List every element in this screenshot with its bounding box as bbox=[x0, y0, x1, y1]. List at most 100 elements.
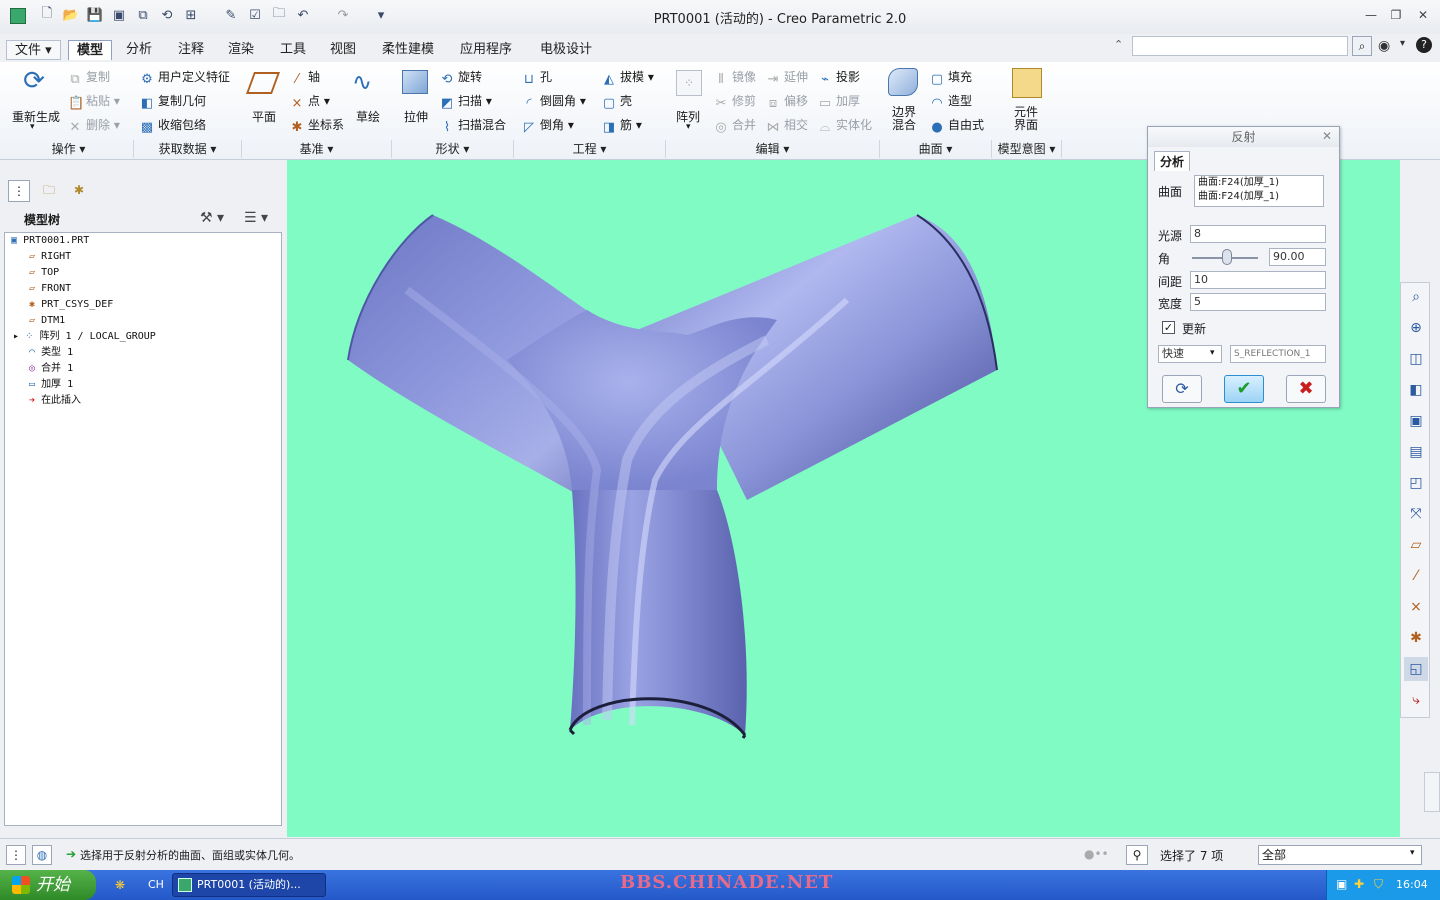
search-icon[interactable]: ⌕ bbox=[1352, 36, 1372, 56]
width-field[interactable]: 5 bbox=[1190, 293, 1326, 311]
tab-file[interactable]: 文件 ▾ bbox=[6, 40, 61, 60]
taskbar-window-button[interactable]: PRT0001 (活动的)... bbox=[172, 873, 326, 897]
light-field[interactable]: 8 bbox=[1190, 225, 1326, 243]
project-button[interactable]: ⌁ 投影 bbox=[818, 68, 860, 87]
angle-slider-thumb[interactable] bbox=[1222, 249, 1232, 265]
tree-item-right[interactable]: ▱ RIGHT bbox=[5, 249, 281, 265]
group-model-intent[interactable]: 模型意图 ▾ bbox=[992, 140, 1062, 158]
favorites-tab-icon[interactable]: ✱ bbox=[68, 180, 90, 202]
accept-button[interactable]: ✔ bbox=[1224, 375, 1264, 403]
result-name-field[interactable]: S_REFLECTION_1 bbox=[1230, 345, 1326, 363]
saved-views-icon[interactable]: ▤ bbox=[1404, 440, 1428, 464]
pattern-icon[interactable]: ⁘ bbox=[676, 70, 702, 96]
tree-settings-icon[interactable]: ⚒ ▾ bbox=[200, 210, 224, 226]
tree-columns-icon[interactable]: ☰ ▾ bbox=[244, 210, 268, 226]
delete-button[interactable]: ✕ 删除 ▾ bbox=[68, 116, 120, 135]
tree-item-root[interactable]: ▣ PRT0001.PRT bbox=[5, 233, 281, 249]
customize-chevron-icon[interactable]: ▾ bbox=[372, 6, 390, 24]
community-chevron-icon[interactable]: ▾ bbox=[1400, 38, 1405, 49]
tab-flexible-modeling[interactable]: 柔性建模 bbox=[374, 40, 442, 60]
copy-button[interactable]: ⧉ 复制 bbox=[68, 68, 110, 87]
udf-button[interactable]: ⚙ 用户定义特征 bbox=[140, 68, 230, 87]
group-operations[interactable]: 操作 ▾ bbox=[4, 140, 134, 158]
surface-list-item[interactable]: 曲面:F24(加厚_1) bbox=[1198, 190, 1323, 204]
sketch-button[interactable]: 草绘 bbox=[356, 108, 380, 125]
undo-icon[interactable]: ↶ bbox=[294, 6, 312, 24]
tree-item-merge[interactable]: ◎ 合并 1 bbox=[5, 361, 281, 377]
pattern-chevron-icon[interactable]: ▾ bbox=[686, 122, 691, 132]
tree-item-pattern[interactable]: ▸ ⁘ 阵列 1 / LOCAL_GROUP bbox=[5, 329, 281, 345]
regenerate-icon[interactable]: ⟲ bbox=[158, 6, 176, 24]
shrinkwrap-button[interactable]: ▩ 收缩包络 bbox=[140, 116, 206, 135]
model-tree-tab-icon[interactable]: ⋮ bbox=[8, 180, 30, 202]
component-interface-button[interactable]: 元件 界面 bbox=[1014, 106, 1038, 132]
tray-plus-icon[interactable]: ✚ bbox=[1354, 877, 1364, 891]
shell-button[interactable]: ▢ 壳 bbox=[602, 92, 632, 111]
tab-analysis[interactable]: 分析 bbox=[118, 40, 160, 60]
csys-button[interactable]: ✱ 坐标系 bbox=[290, 116, 344, 135]
selection-filter[interactable]: 全部 bbox=[1258, 845, 1422, 865]
help-icon[interactable]: ? bbox=[1416, 37, 1432, 53]
tray-network-icon[interactable]: ▣ bbox=[1336, 877, 1347, 891]
find-icon[interactable]: ⚲ bbox=[1126, 845, 1148, 865]
intersect-button[interactable]: ⋈ 相交 bbox=[766, 116, 809, 135]
folder-icon[interactable]: 🗀 bbox=[270, 6, 288, 24]
tab-applications[interactable]: 应用程序 bbox=[452, 40, 520, 60]
axis-display-icon[interactable]: ⁄ bbox=[1404, 564, 1428, 588]
tab-model[interactable]: 模型 bbox=[68, 40, 113, 60]
windows-icon[interactable]: ⊞ bbox=[182, 6, 200, 24]
mode-chevron-icon[interactable]: ▾ bbox=[1210, 348, 1215, 358]
axis-button[interactable]: ⁄ 轴 bbox=[290, 68, 320, 87]
plane-display-icon[interactable]: ▱ bbox=[1404, 533, 1428, 557]
search-input[interactable] bbox=[1132, 36, 1348, 56]
revolve-button[interactable]: ⟲ 旋转 bbox=[440, 68, 482, 87]
display-style-icon[interactable]: ▣ bbox=[1404, 409, 1428, 433]
boundary-blend-button[interactable]: 边界 混合 bbox=[892, 106, 916, 132]
community-icon[interactable]: ◉ bbox=[1378, 38, 1390, 54]
save-icon[interactable]: 💾 bbox=[86, 6, 104, 24]
show-browser-icon[interactable]: ◍ bbox=[32, 845, 52, 865]
tab-tools[interactable]: 工具 bbox=[272, 40, 314, 60]
extrude-icon[interactable] bbox=[402, 70, 428, 94]
update-checkbox[interactable]: ✓ bbox=[1162, 321, 1175, 334]
edit-icon[interactable]: ✎ bbox=[222, 6, 240, 24]
selection-count[interactable]: 选择了 7 项 bbox=[1160, 847, 1223, 864]
chamfer-button[interactable]: ◸ 倒角 ▾ bbox=[522, 116, 574, 135]
trim-button[interactable]: ✂ 修剪 bbox=[714, 92, 756, 111]
tab-annotate[interactable]: 注释 bbox=[170, 40, 212, 60]
tree-item-thicken[interactable]: ▭ 加厚 1 bbox=[5, 377, 281, 393]
minimize-button[interactable]: — bbox=[1360, 8, 1382, 24]
group-get-data[interactable]: 获取数据 ▾ bbox=[134, 140, 242, 158]
group-datum[interactable]: 基准 ▾ bbox=[242, 140, 392, 158]
extend-button[interactable]: ⇥ 延伸 bbox=[766, 68, 808, 87]
regenerate-large-icon[interactable]: ⟳ bbox=[14, 66, 54, 106]
offset-button[interactable]: ⧈ 偏移 bbox=[766, 92, 808, 111]
new-file-icon[interactable]: 🗋 bbox=[38, 6, 56, 24]
collapse-ribbon-icon[interactable]: ⌃ bbox=[1114, 38, 1123, 51]
quicklaunch-icon[interactable]: ❋ bbox=[108, 874, 132, 896]
thicken-button[interactable]: ▭ 加厚 bbox=[818, 92, 860, 111]
cancel-button[interactable]: ✖ bbox=[1286, 375, 1326, 403]
copy-geometry-button[interactable]: ◧ 复制几何 bbox=[140, 92, 206, 111]
rib-button[interactable]: ◨ 筋 ▾ bbox=[602, 116, 642, 135]
mirror-button[interactable]: ⫴ 镜像 bbox=[714, 68, 756, 87]
paste-button[interactable]: 📋 粘贴 ▾ bbox=[68, 92, 120, 111]
tree-item-top[interactable]: ▱ TOP bbox=[5, 265, 281, 281]
freestyle-button[interactable]: ● 自由式 bbox=[930, 116, 984, 135]
tab-view[interactable]: 视图 bbox=[322, 40, 364, 60]
group-shapes[interactable]: 形状 ▾ bbox=[392, 140, 514, 158]
perspective-icon[interactable]: ⤧ bbox=[1404, 502, 1428, 526]
sketch-icon[interactable]: ∿ bbox=[352, 68, 372, 96]
group-surfaces[interactable]: 曲面 ▾ bbox=[880, 140, 992, 158]
spacing-field[interactable]: 10 bbox=[1190, 271, 1326, 289]
redo-icon[interactable]: ↷ bbox=[334, 6, 352, 24]
tab-analysis-dialog[interactable]: 分析 bbox=[1154, 151, 1191, 171]
point-display-icon[interactable]: × bbox=[1404, 595, 1428, 619]
surface-list[interactable]: 曲面:F24(加厚_1) 曲面:F24(加厚_1) bbox=[1194, 175, 1324, 207]
boundary-blend-icon[interactable] bbox=[888, 68, 918, 96]
tree-item-front[interactable]: ▱ FRONT bbox=[5, 281, 281, 297]
regenerate-chevron-icon[interactable]: ▾ bbox=[30, 122, 35, 132]
sweep-button[interactable]: ◩ 扫描 ▾ bbox=[440, 92, 492, 111]
component-interface-icon[interactable] bbox=[1012, 68, 1042, 98]
dialog-close-icon[interactable]: ✕ bbox=[1322, 129, 1332, 143]
